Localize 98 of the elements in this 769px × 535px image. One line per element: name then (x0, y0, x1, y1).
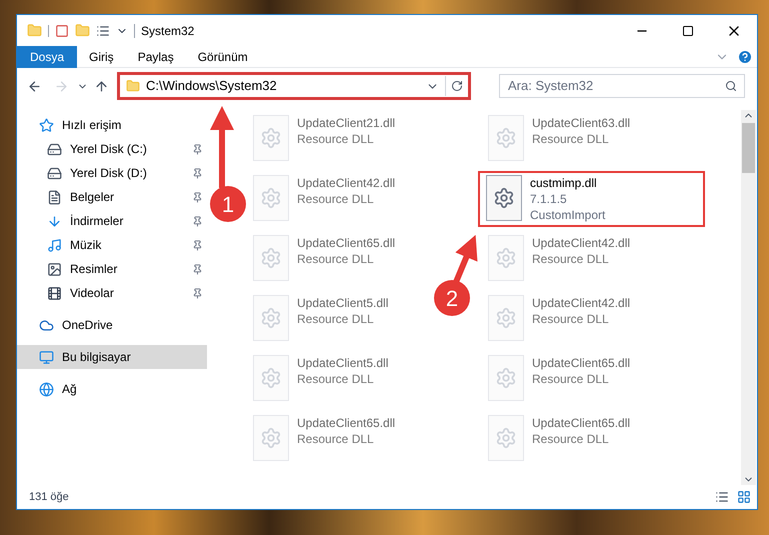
dll-file-icon (253, 175, 289, 221)
music-note-icon (47, 238, 62, 252)
file-name: UpdateClient42.dll (297, 175, 396, 191)
dll-file-icon (253, 415, 289, 461)
file-name: custmimp.dll (530, 175, 598, 191)
help-icon[interactable] (737, 48, 753, 64)
dll-file-icon (253, 355, 289, 401)
file-name: UpdateClient21.dll (297, 115, 396, 131)
document-icon (47, 190, 62, 204)
dll-file-icon (488, 415, 524, 461)
sidebar-item[interactable]: Ağ (17, 377, 207, 401)
file-name: UpdateClient65.dll (532, 355, 630, 371)
search-field[interactable]: Ara: System32 (499, 74, 745, 98)
file-item[interactable]: UpdateClient42.dll Resource DLL (480, 231, 638, 287)
search-icon[interactable] (725, 80, 737, 92)
file-detail: Resource DLL (297, 371, 375, 387)
folder-icon (126, 79, 140, 93)
file-name: UpdateClient42.dll (532, 295, 630, 311)
scroll-thumb[interactable] (742, 123, 755, 173)
dll-file-icon (488, 295, 524, 341)
tiles-view-icon[interactable] (737, 490, 751, 504)
sidebar-item[interactable]: OneDrive (17, 313, 207, 337)
sidebar-item[interactable]: Videolar (17, 281, 207, 305)
pin-icon[interactable] (192, 288, 203, 298)
ribbon-tab[interactable]: Giriş (77, 46, 126, 68)
sidebar-item[interactable]: Hızlı erişim (17, 113, 207, 137)
file-detail: 7.1.1.5 (530, 191, 568, 207)
file-item[interactable]: UpdateClient42.dll Resource DLL (480, 291, 638, 347)
file-detail: Resource DLL (297, 311, 375, 327)
refresh-icon[interactable] (451, 80, 463, 92)
file-name: UpdateClient65.dll (297, 235, 396, 251)
sidebar-item[interactable]: Yerel Disk (C:) (17, 137, 207, 161)
dll-file-icon (253, 235, 289, 281)
dll-file-icon (488, 115, 524, 161)
file-item[interactable]: UpdateClient65.dll Resource DLL (480, 411, 638, 467)
file-item[interactable]: UpdateClient5.dll Resource DLL (245, 291, 396, 347)
picture-icon (47, 262, 62, 276)
file-detail: Resource DLL (297, 131, 375, 147)
pin-icon[interactable] (192, 144, 203, 154)
dll-file-icon (253, 115, 289, 161)
checkbox-icon[interactable] (55, 24, 69, 38)
properties-icon[interactable] (96, 24, 110, 38)
ribbon-tab[interactable]: Görünüm (186, 46, 260, 68)
file-detail: Resource DLL (297, 431, 375, 447)
dll-file-icon (488, 355, 524, 401)
sidebar-item[interactable]: Yerel Disk (D:) (17, 161, 207, 185)
folder-icon (27, 23, 42, 38)
file-detail: Resource DLL (532, 131, 610, 147)
file-detail: Resource DLL (532, 371, 610, 387)
monitor-icon (39, 350, 54, 364)
file-detail: Resource DLL (532, 251, 610, 267)
file-name: UpdateClient5.dll (297, 355, 388, 371)
sidebar-item[interactable]: İndirmeler (17, 209, 207, 233)
network-icon (39, 382, 54, 396)
dll-file-icon (486, 175, 522, 221)
file-detail: Resource DLL (532, 311, 610, 327)
dll-file-icon (253, 295, 289, 341)
file-detail: Resource DLL (297, 191, 375, 207)
scrollbar[interactable] (741, 110, 756, 485)
star-icon (39, 118, 54, 132)
sidebar-item[interactable]: Müzik (17, 233, 207, 257)
file-name: UpdateClient65.dll (532, 415, 630, 431)
file-item[interactable]: UpdateClient21.dll Resource DLL (245, 111, 404, 167)
pin-icon[interactable] (192, 240, 203, 250)
file-item[interactable]: UpdateClient63.dll Resource DLL (480, 111, 638, 167)
film-icon (47, 286, 62, 300)
file-item[interactable]: UpdateClient65.dll Resource DLL (245, 411, 404, 467)
file-name: UpdateClient65.dll (297, 415, 396, 431)
sidebar-item[interactable]: Bu bilgisayar (17, 345, 207, 369)
file-detail: Resource DLL (297, 251, 375, 267)
sidebar-item[interactable]: Belgeler (17, 185, 207, 209)
file-detail: Resource DLL (532, 431, 610, 447)
drive-icon (47, 166, 62, 180)
file-item[interactable]: UpdateClient5.dll Resource DLL (245, 351, 396, 407)
window-title: System32 (141, 22, 194, 40)
file-name: UpdateClient5.dll (297, 295, 388, 311)
pin-icon[interactable] (192, 264, 203, 274)
pin-icon[interactable] (192, 192, 203, 202)
details-view-icon[interactable] (715, 490, 729, 504)
arrow (453, 234, 478, 284)
file-item[interactable]: UpdateClient65.dll Resource DLL (245, 231, 404, 287)
file-item[interactable]: UpdateClient42.dll Resource DLL (245, 171, 404, 227)
file-item[interactable]: UpdateClient65.dll Resource DLL (480, 351, 638, 407)
file-name: UpdateClient63.dll (532, 115, 630, 131)
address-bar[interactable]: C:\Windows\System32 (117, 72, 471, 100)
dll-file-icon (488, 235, 524, 281)
item-count: 131 öğe (29, 490, 69, 505)
file-item[interactable]: custmimp.dll 7.1.1.5 CustomImport (478, 171, 705, 227)
download-arrow-icon (47, 214, 62, 228)
file-name: UpdateClient42.dll (532, 235, 630, 251)
sidebar-item[interactable]: Resimler (17, 257, 207, 281)
ribbon-tab[interactable]: Paylaş (126, 46, 186, 68)
maximize-icon[interactable] (682, 24, 694, 36)
file-detail: CustomImport (530, 207, 606, 223)
cloud-icon (39, 318, 54, 332)
drive-icon (47, 142, 62, 156)
pin-icon[interactable] (192, 168, 203, 178)
pin-icon[interactable] (192, 216, 203, 226)
